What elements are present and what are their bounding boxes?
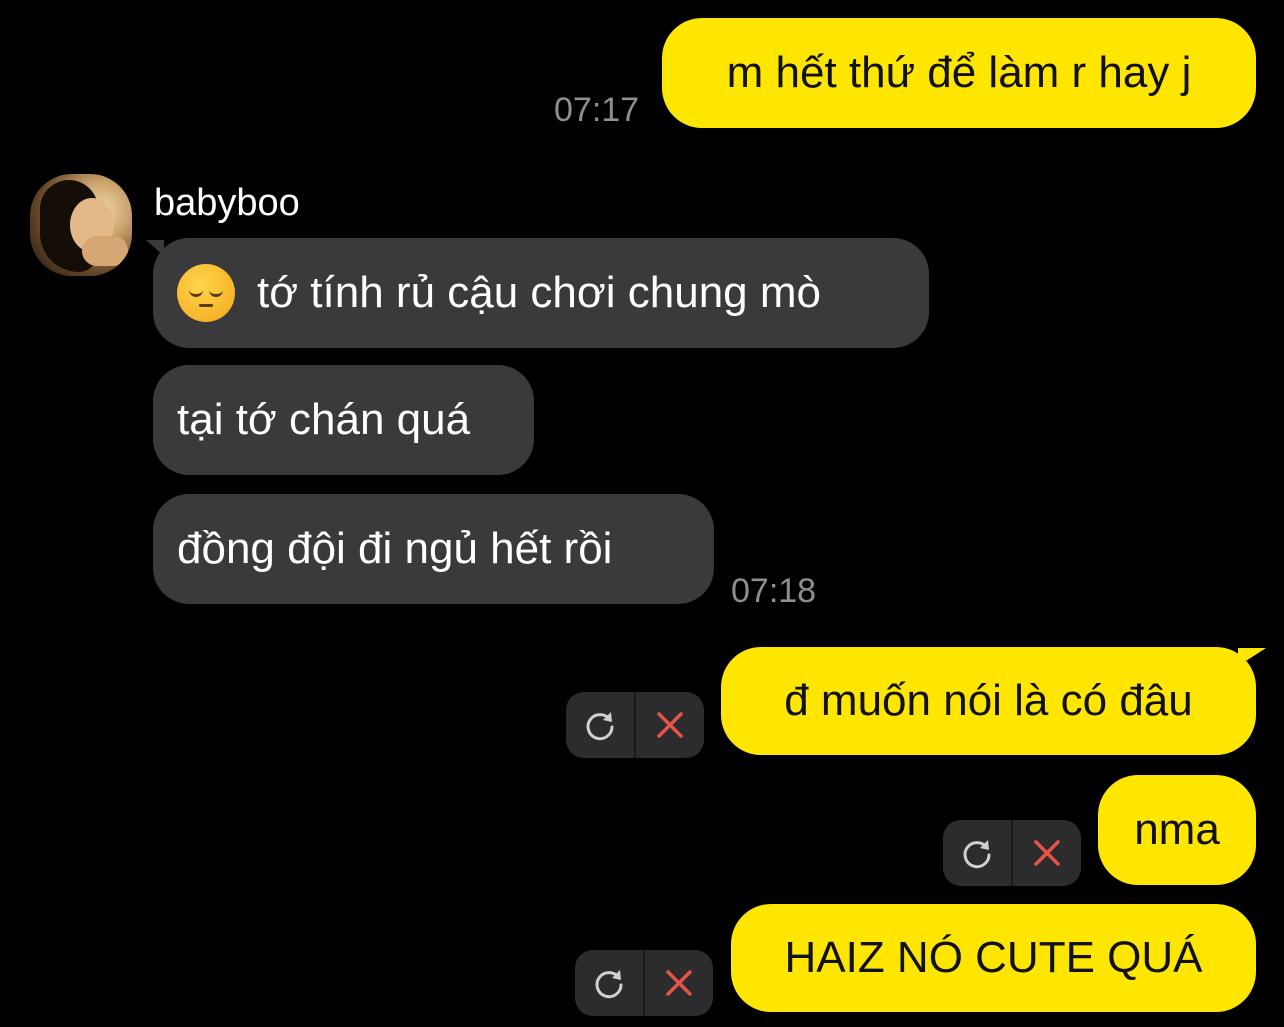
close-icon [657, 712, 683, 738]
failed-message-actions [566, 692, 704, 758]
timestamp: 07:18 [731, 572, 817, 610]
close-icon [1034, 840, 1060, 866]
retry-button[interactable] [566, 692, 634, 758]
retry-icon [586, 712, 614, 741]
avatar[interactable] [30, 174, 132, 276]
retry-icon [595, 970, 623, 999]
outgoing-message[interactable]: m hết thứ để làm r hay j [662, 18, 1256, 128]
outgoing-message[interactable]: đ muốn nói là có đâu [721, 647, 1256, 755]
outgoing-message[interactable]: nma [1098, 775, 1256, 885]
delete-button[interactable] [1011, 820, 1081, 886]
pensive-face-icon [177, 264, 235, 322]
failed-message-actions [943, 820, 1081, 886]
retry-button[interactable] [575, 950, 643, 1016]
failed-message-actions [575, 950, 713, 1016]
retry-icon [963, 840, 991, 869]
message-text: tớ tính rủ cậu chơi chung mò [257, 268, 821, 317]
incoming-message[interactable]: đồng đội đi ngủ hết rồi [153, 494, 714, 604]
incoming-message[interactable]: tớ tính rủ cậu chơi chung mò [153, 238, 929, 348]
close-icon [666, 970, 692, 996]
incoming-message[interactable]: tại tớ chán quá [153, 365, 534, 475]
delete-button[interactable] [643, 950, 713, 1016]
retry-button[interactable] [943, 820, 1011, 886]
delete-button[interactable] [634, 692, 704, 758]
sender-name: babyboo [154, 182, 300, 224]
timestamp: 07:17 [554, 91, 640, 129]
outgoing-message[interactable]: HAIZ NÓ CUTE QUÁ [731, 904, 1256, 1012]
